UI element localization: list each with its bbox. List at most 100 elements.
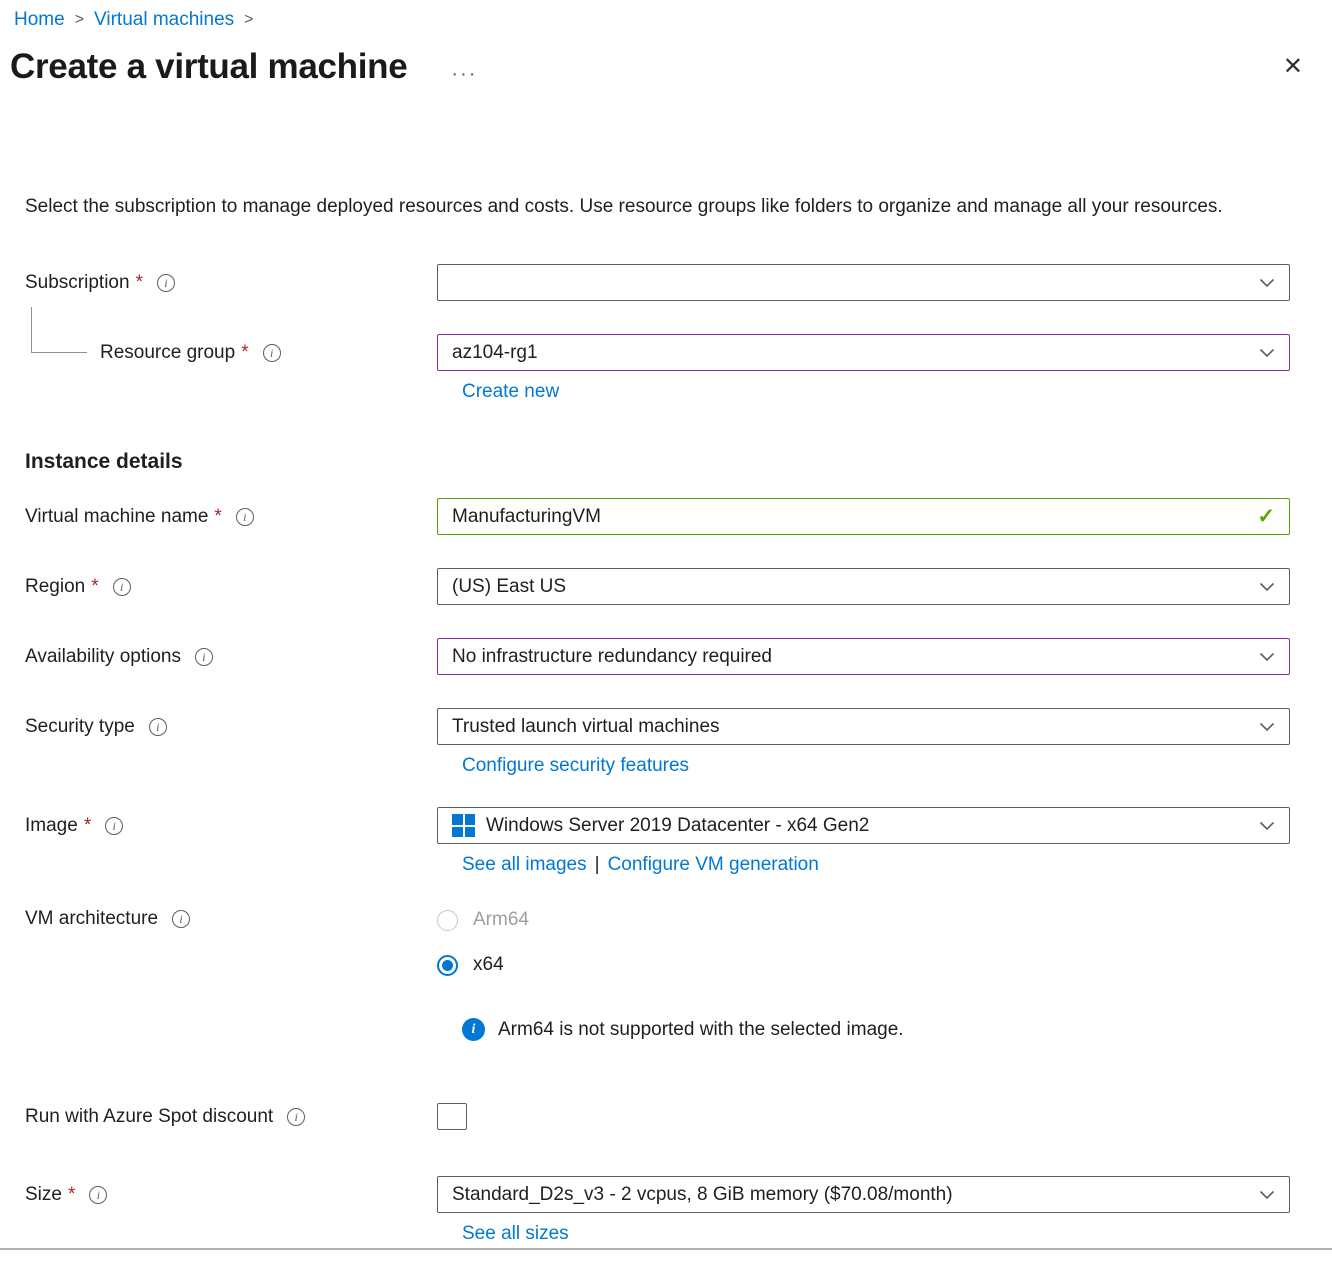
- required-marker: *: [136, 272, 143, 294]
- radio-icon-arm64[interactable]: [437, 910, 458, 931]
- basics-form: Subscription * i Resource group * i: [0, 264, 1332, 1250]
- info-icon[interactable]: i: [149, 718, 167, 736]
- subscription-dropdown[interactable]: [437, 264, 1290, 301]
- configure-vm-generation-link[interactable]: Configure VM generation: [608, 854, 819, 875]
- vm-name-value: ManufacturingVM: [452, 506, 1245, 528]
- size-field-row: Size * i Standard_D2s_v3 - 2 vcpus, 8 Gi…: [0, 1176, 1332, 1213]
- windows-logo-icon: [452, 814, 475, 837]
- info-icon[interactable]: i: [195, 648, 213, 666]
- availability-options-label: Availability options: [25, 646, 181, 668]
- breadcrumb-separator-icon: >: [244, 11, 253, 29]
- security-type-label: Security type: [25, 716, 135, 738]
- image-label-group: Image * i: [0, 815, 437, 837]
- info-icon[interactable]: i: [263, 344, 281, 362]
- security-type-links: Configure security features: [462, 754, 1332, 778]
- vm-name-input[interactable]: ManufacturingVM ✓: [437, 498, 1290, 535]
- security-type-dropdown[interactable]: Trusted launch virtual machines: [437, 708, 1290, 745]
- azure-spot-label: Run with Azure Spot discount: [25, 1106, 273, 1128]
- vm-architecture-label: VM architecture: [25, 908, 158, 930]
- image-field-row: Image * i Windows Server 2019 Datacenter…: [0, 807, 1332, 844]
- close-icon[interactable]: ✕: [1283, 55, 1303, 79]
- availability-options-value: No infrastructure redundancy required: [452, 646, 1247, 668]
- chevron-down-icon: [1259, 1190, 1275, 1200]
- image-label: Image: [25, 815, 78, 837]
- image-value: Windows Server 2019 Datacenter - x64 Gen…: [486, 815, 1247, 837]
- see-all-sizes-link[interactable]: See all sizes: [462, 1223, 569, 1244]
- create-new-resource-group-link[interactable]: Create new: [462, 381, 559, 402]
- check-icon: ✓: [1257, 504, 1275, 529]
- availability-options-label-group: Availability options i: [0, 646, 437, 668]
- instance-details-heading: Instance details: [25, 450, 1332, 474]
- info-icon[interactable]: i: [89, 1186, 107, 1204]
- security-type-label-group: Security type i: [0, 716, 437, 738]
- resource-group-links: Create new: [462, 380, 1332, 404]
- radio-label-x64: x64: [473, 954, 504, 976]
- size-dropdown[interactable]: Standard_D2s_v3 - 2 vcpus, 8 GiB memory …: [437, 1176, 1290, 1213]
- region-value: (US) East US: [452, 576, 1247, 598]
- configure-security-features-link[interactable]: Configure security features: [462, 755, 689, 776]
- radio-option-x64[interactable]: x64: [437, 953, 1290, 977]
- see-all-images-link[interactable]: See all images: [462, 854, 587, 875]
- info-icon[interactable]: i: [236, 508, 254, 526]
- size-label-group: Size * i: [0, 1184, 437, 1206]
- radio-icon-x64[interactable]: [437, 955, 458, 976]
- page-title: Create a virtual machine: [10, 43, 407, 91]
- create-vm-page: Home > Virtual machines > Create a virtu…: [0, 0, 1332, 1284]
- breadcrumb-home-link[interactable]: Home: [14, 9, 65, 31]
- resource-group-dropdown[interactable]: az104-rg1: [437, 334, 1290, 371]
- page-header: Create a virtual machine ··· ✕: [0, 43, 1332, 91]
- vm-architecture-label-group: VM architecture i: [0, 908, 437, 930]
- breadcrumb-virtual-machines-link[interactable]: Virtual machines: [94, 9, 234, 31]
- security-type-value: Trusted launch virtual machines: [452, 716, 1247, 738]
- image-links: See all images | Configure VM generation: [462, 853, 1332, 877]
- info-banner-text: Arm64 is not supported with the selected…: [498, 1019, 904, 1041]
- chevron-down-icon: [1259, 348, 1275, 358]
- azure-spot-field-row: Run with Azure Spot discount i: [0, 1103, 1332, 1130]
- subscription-label-group: Subscription * i: [0, 272, 437, 294]
- info-icon[interactable]: i: [157, 274, 175, 292]
- azure-spot-checkbox[interactable]: [437, 1103, 467, 1130]
- info-icon[interactable]: i: [105, 817, 123, 835]
- radio-label-arm64: Arm64: [473, 909, 529, 931]
- image-dropdown[interactable]: Windows Server 2019 Datacenter - x64 Gen…: [437, 807, 1290, 844]
- chevron-down-icon: [1259, 278, 1275, 288]
- availability-options-field-row: Availability options i No infrastructure…: [0, 638, 1332, 675]
- size-label: Size: [25, 1184, 62, 1206]
- title-group: Create a virtual machine ···: [10, 43, 477, 91]
- info-icon[interactable]: i: [113, 578, 131, 596]
- size-links: See all sizes: [462, 1222, 1332, 1246]
- more-options-icon[interactable]: ···: [451, 63, 477, 86]
- chevron-down-icon: [1259, 652, 1275, 662]
- size-value: Standard_D2s_v3 - 2 vcpus, 8 GiB memory …: [452, 1184, 1247, 1206]
- footer-divider: [0, 1248, 1332, 1250]
- security-type-field-row: Security type i Trusted launch virtual m…: [0, 708, 1332, 745]
- chevron-down-icon: [1259, 722, 1275, 732]
- availability-options-dropdown[interactable]: No infrastructure redundancy required: [437, 638, 1290, 675]
- region-label-group: Region * i: [0, 576, 437, 598]
- info-icon[interactable]: i: [172, 910, 190, 928]
- required-marker: *: [241, 342, 248, 364]
- chevron-down-icon: [1259, 821, 1275, 831]
- intro-text: Select the subscription to manage deploy…: [25, 191, 1287, 222]
- subscription-label: Subscription: [25, 272, 130, 294]
- vm-name-label-group: Virtual machine name * i: [0, 506, 437, 528]
- resource-group-label: Resource group: [100, 342, 235, 364]
- info-icon[interactable]: i: [287, 1108, 305, 1126]
- vm-architecture-field-row: VM architecture i Arm64 x64: [0, 908, 1332, 977]
- breadcrumb: Home > Virtual machines >: [0, 0, 1332, 31]
- region-dropdown[interactable]: (US) East US: [437, 568, 1290, 605]
- region-label: Region: [25, 576, 85, 598]
- subscription-field-row: Subscription * i: [0, 264, 1332, 301]
- radio-option-arm64[interactable]: Arm64: [437, 908, 1290, 932]
- resource-group-value: az104-rg1: [452, 342, 1247, 364]
- required-marker: *: [91, 576, 98, 598]
- vm-name-field-row: Virtual machine name * i ManufacturingVM…: [0, 498, 1332, 535]
- required-marker: *: [68, 1184, 75, 1206]
- link-separator: |: [595, 854, 600, 875]
- breadcrumb-separator-icon: >: [75, 11, 84, 29]
- vm-name-label: Virtual machine name: [25, 506, 208, 528]
- region-field-row: Region * i (US) East US: [0, 568, 1332, 605]
- required-marker: *: [84, 815, 91, 837]
- required-marker: *: [214, 506, 221, 528]
- tree-connector-line: [31, 307, 87, 353]
